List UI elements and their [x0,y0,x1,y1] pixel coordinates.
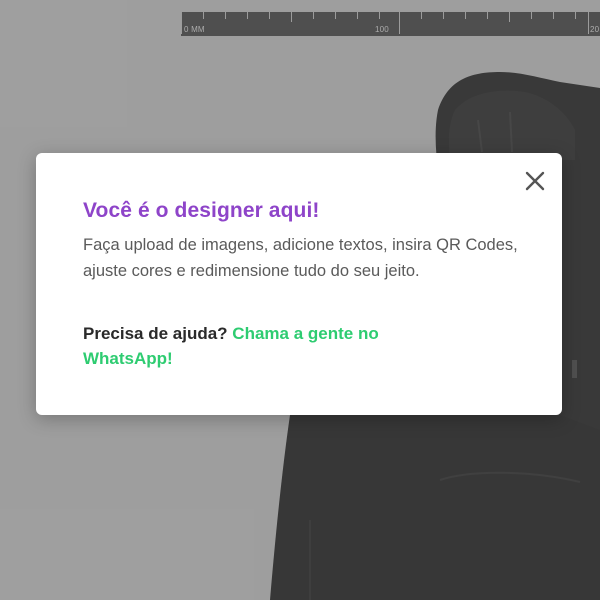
close-button[interactable] [522,168,548,194]
close-icon [525,171,545,191]
onboarding-modal: Você é o designer aqui! Faça upload de i… [36,153,562,415]
modal-description: Faça upload de imagens, adicione textos,… [83,236,518,280]
help-prefix: Precisa de ajuda? [83,324,233,343]
modal-title: Você é o designer aqui! [83,199,320,222]
help-text: Precisa de ajuda? Chama a gente no Whats… [83,321,443,371]
